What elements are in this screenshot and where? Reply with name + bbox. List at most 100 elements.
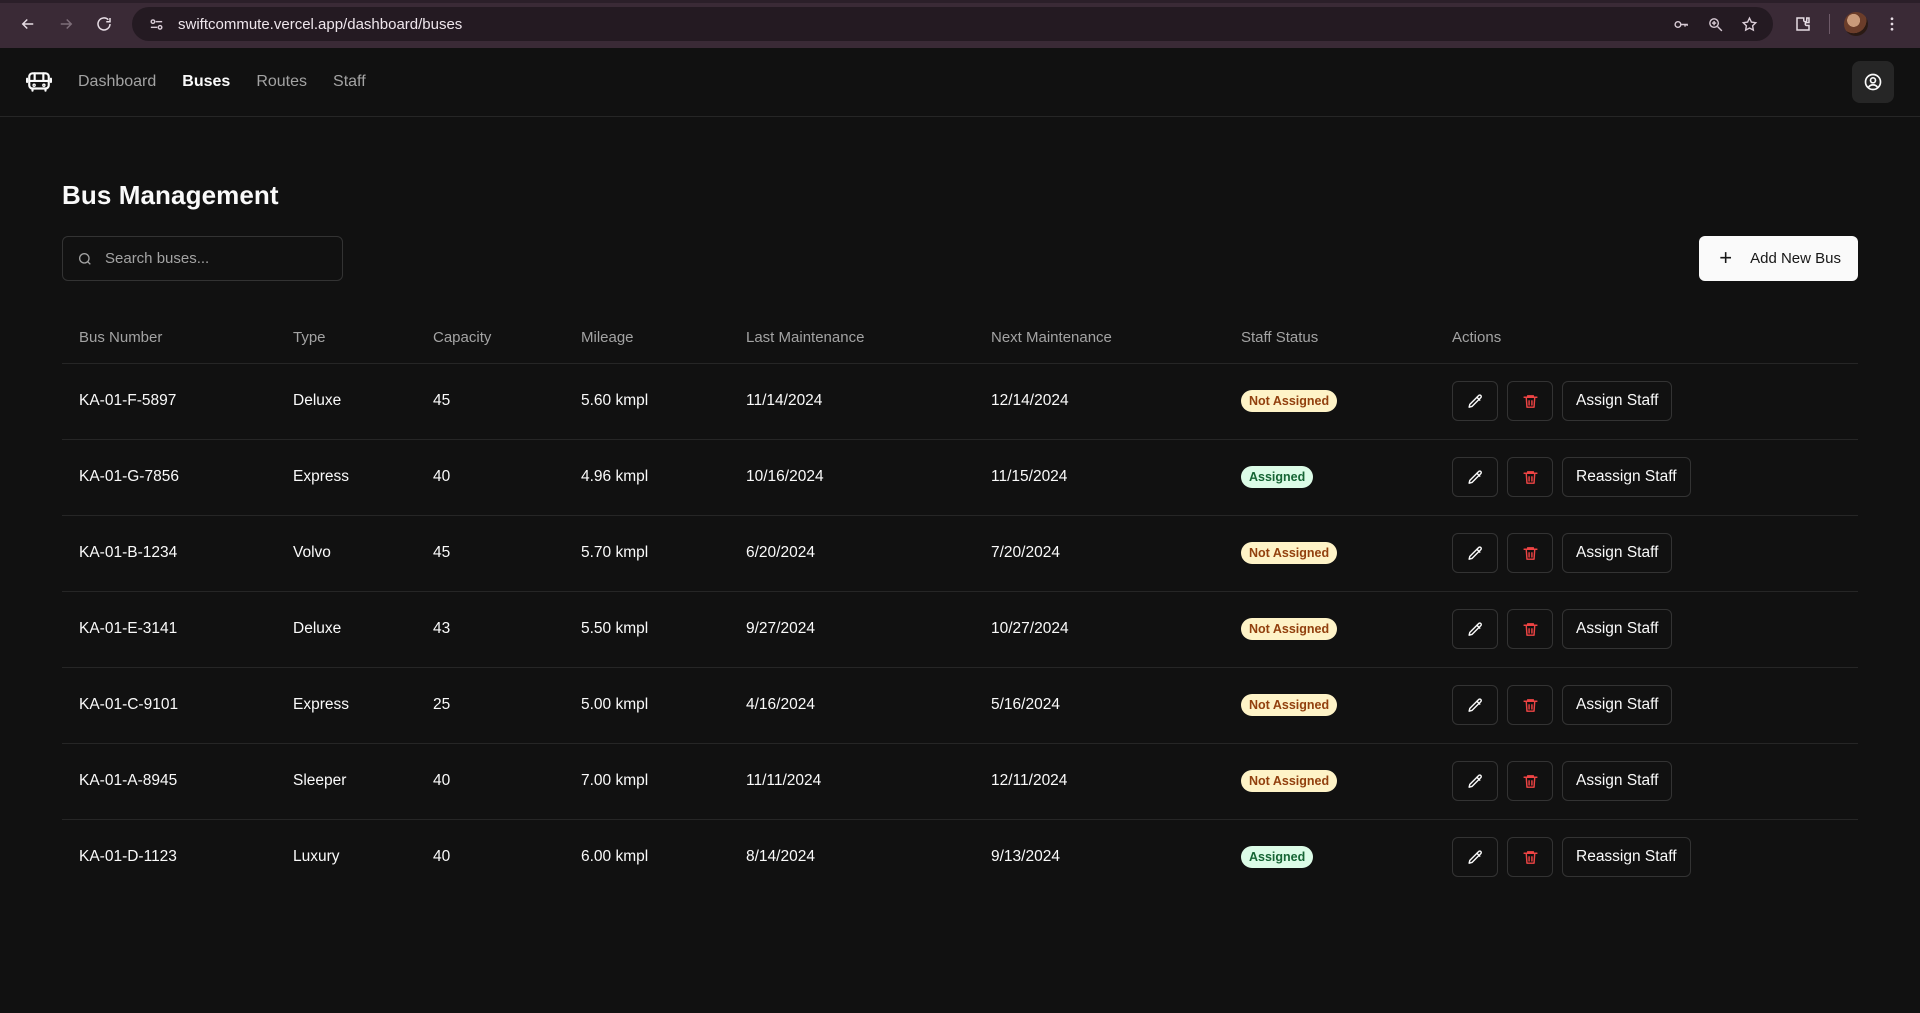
bus-number-cell: KA-01-D-1123 [79,848,177,866]
delete-button[interactable] [1507,533,1553,573]
staff-status-cell: Assigned [1224,819,1435,895]
next-maintenance-cell: 11/15/2024 [974,439,1224,516]
actions-cell: Assign Staff [1435,743,1858,820]
next-maintenance-cell: 5/16/2024 [974,667,1224,744]
capacity-cell: 43 [416,591,564,668]
profile-avatar[interactable] [1840,8,1872,40]
back-icon[interactable] [12,8,44,40]
header-actions: Actions [1435,313,1858,364]
delete-button[interactable] [1507,837,1553,878]
next-maintenance-cell: 12/14/2024 [974,363,1224,440]
delete-button[interactable] [1507,381,1553,421]
bookmark-star-icon[interactable] [1737,12,1761,36]
next-maintenance-cell: 9/13/2024 [991,848,1060,866]
edit-button[interactable] [1452,457,1498,497]
forward-icon[interactable] [50,8,82,40]
edit-button[interactable] [1452,381,1498,421]
site-settings-icon[interactable] [144,12,168,36]
divider [1829,14,1830,34]
search-box[interactable] [62,236,343,281]
table-row: KA-01-G-7856 Express 40 4.96 kmpl 10/16/2024… [62,439,1858,516]
last-maintenance-cell: 10/16/2024 [729,439,974,516]
extensions-icon[interactable] [1787,8,1819,40]
table-row: KA-01-A-8945 Sleeper 40 7.00 kmpl 11/11/2024… [62,743,1858,820]
app-header: Dashboard Buses Routes Staff [0,48,1920,117]
delete-button[interactable] [1507,685,1553,725]
delete-button[interactable] [1507,457,1553,497]
table-row: KA-01-E-3141 Deluxe 43 5.50 kmpl 9/27/2024 10… [62,591,1858,668]
user-circle-icon [1864,73,1882,91]
header-capacity: Capacity [416,313,564,364]
assign-staff-button[interactable]: Assign Staff [1562,609,1673,649]
bus-number-cell: KA-01-F-5897 [62,363,276,440]
pencil-icon [1467,621,1484,638]
password-key-icon[interactable] [1669,12,1693,36]
search-input[interactable] [105,250,328,267]
status-badge: Not Assigned [1241,542,1338,564]
edit-button[interactable] [1452,761,1498,801]
url-text[interactable]: swiftcommute.vercel.app/dashboard/buses [178,16,1659,33]
add-new-bus-label: Add New Bus [1750,250,1841,267]
nav-dashboard[interactable]: Dashboard [78,73,156,91]
zoom-icon[interactable] [1703,12,1727,36]
search-icon [79,252,91,265]
status-badge: Not Assigned [1241,390,1338,412]
bus-number-cell: KA-01-B-1234 [62,515,276,592]
address-bar[interactable]: swiftcommute.vercel.app/dashboard/buses [132,7,1773,41]
staff-status-cell: Not Assigned [1224,515,1435,592]
page-title: Bus Management [62,180,279,210]
edit-button[interactable] [1452,685,1498,725]
capacity-cell: 45 [416,363,564,440]
table-row: KA-01-B-1234 Volvo 45 5.70 kmpl 6/20/2024 7/2… [62,515,1858,592]
type-cell: Luxury [293,848,340,866]
staff-status-cell: Not Assigned [1224,591,1435,668]
edit-button[interactable] [1452,837,1498,878]
mileage-cell: 5.60 kmpl [564,363,729,440]
mileage-cell: 4.96 kmpl [564,439,729,516]
status-badge: Not Assigned [1241,770,1338,792]
edit-button[interactable] [1452,533,1498,573]
table-row: KA-01-F-5897 Deluxe 45 5.60 kmpl 11/14/2024 1… [62,363,1858,440]
delete-button[interactable] [1507,761,1553,801]
pencil-icon [1467,849,1484,866]
add-new-bus-button[interactable]: + Add New Bus [1699,236,1858,281]
next-maintenance-cell: 12/11/2024 [974,743,1224,820]
staff-status-cell: Not Assigned [1224,363,1435,440]
next-maintenance-cell: 10/27/2024 [974,591,1224,668]
pencil-icon [1467,393,1484,410]
type-cell: Deluxe [276,591,416,668]
header-type: Type [276,313,416,364]
assign-staff-button[interactable]: Assign Staff [1562,685,1673,725]
last-maintenance-cell: 6/20/2024 [729,515,974,592]
assign-staff-button[interactable]: Reassign Staff [1562,457,1691,497]
bus-logo-icon[interactable] [26,69,52,95]
assign-staff-button[interactable]: Assign Staff [1562,761,1673,801]
trash-icon [1522,393,1539,410]
table-row: KA-01-C-9101 Express 25 5.00 kmpl 4/16/2024 5… [62,667,1858,744]
nav-routes[interactable]: Routes [256,73,307,91]
next-maintenance-cell: 7/20/2024 [974,515,1224,592]
nav-buses[interactable]: Buses [182,73,230,91]
menu-kebab-icon[interactable] [1876,8,1908,40]
main-content: Bus Management + Add New Bus Bus Number … [0,180,1920,895]
bus-number-cell: KA-01-A-8945 [62,743,276,820]
edit-button[interactable] [1452,609,1498,649]
type-cell: Express [276,667,416,744]
last-maintenance-cell: 8/14/2024 [746,848,815,866]
delete-button[interactable] [1507,609,1553,649]
assign-staff-button[interactable]: Assign Staff [1562,381,1673,421]
type-cell: Express [276,439,416,516]
status-badge: Assigned [1241,846,1314,869]
actions-cell: Assign Staff [1435,363,1858,440]
actions-cell: Assign Staff [1435,591,1858,668]
nav-staff[interactable]: Staff [333,73,366,91]
assign-staff-button[interactable]: Assign Staff [1562,533,1673,573]
staff-status-cell: Not Assigned [1224,743,1435,820]
assign-staff-button[interactable]: Reassign Staff [1562,837,1691,878]
mileage-cell: 7.00 kmpl [564,743,729,820]
type-cell: Volvo [276,515,416,592]
last-maintenance-cell: 4/16/2024 [729,667,974,744]
type-cell: Deluxe [276,363,416,440]
user-menu-button[interactable] [1852,61,1894,103]
reload-icon[interactable] [88,8,120,40]
